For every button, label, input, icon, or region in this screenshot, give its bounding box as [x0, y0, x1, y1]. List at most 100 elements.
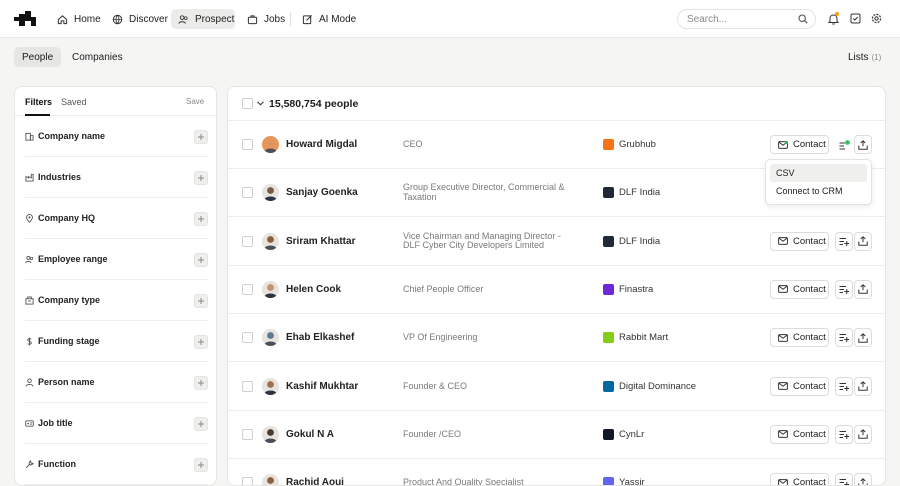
- person-name[interactable]: Kashif Mukhtar: [286, 381, 358, 392]
- table-row[interactable]: Rachid Aoui Product And Quality Specialis…: [228, 459, 885, 485]
- company-cell[interactable]: Digital Dominance: [603, 380, 696, 392]
- add-to-list-button[interactable]: [835, 376, 853, 396]
- export-button[interactable]: [854, 424, 872, 444]
- filter-company-name[interactable]: Company name: [25, 116, 208, 157]
- export-button[interactable]: [854, 231, 872, 251]
- table-row[interactable]: Gokul N A Founder /CEO CynLr Contact: [228, 411, 885, 459]
- filter-funding-stage[interactable]: Funding stage: [25, 321, 208, 362]
- row-checkbox[interactable]: [242, 283, 253, 295]
- connect-crm-option[interactable]: Connect to CRM: [770, 182, 867, 200]
- company-cell[interactable]: Rabbit Mart: [603, 332, 668, 344]
- row-checkbox[interactable]: [242, 428, 253, 440]
- table-row[interactable]: Kashif Mukhtar Founder & CEO Digital Domin…: [228, 363, 885, 411]
- tab-filters[interactable]: Filters: [25, 97, 52, 107]
- export-icon: [858, 236, 868, 246]
- row-checkbox[interactable]: [242, 380, 253, 392]
- contact-button[interactable]: Contact: [770, 473, 829, 485]
- wrench-icon: [25, 460, 34, 469]
- search-input[interactable]: Search...: [677, 9, 816, 29]
- filter-employee-range[interactable]: Employee range: [25, 239, 208, 280]
- list-add-icon: [839, 139, 850, 150]
- contact-button[interactable]: Contact: [770, 376, 829, 396]
- nav-ai-mode[interactable]: AI Mode: [295, 9, 363, 29]
- person-name[interactable]: Sriram Khattar: [286, 236, 355, 247]
- add-to-list-button[interactable]: [835, 279, 853, 299]
- export-icon: [858, 284, 868, 295]
- row-checkbox[interactable]: [242, 235, 253, 247]
- tab-saved[interactable]: Saved: [61, 97, 87, 107]
- nav-prospect[interactable]: Prospect: [171, 9, 235, 29]
- person-name[interactable]: Helen Cook: [286, 284, 341, 295]
- filter-job-title[interactable]: Job title: [25, 403, 208, 444]
- row-checkbox[interactable]: [242, 187, 253, 199]
- filter-company-hq[interactable]: Company HQ: [25, 198, 208, 239]
- nav-jobs[interactable]: Jobs: [240, 9, 292, 29]
- add-filter-button[interactable]: [194, 130, 208, 144]
- chevron-down-icon[interactable]: [257, 101, 264, 106]
- top-bar: Home Discover Prospect Jobs AI Mode Sear…: [0, 0, 900, 38]
- filter-function[interactable]: Function: [25, 444, 208, 485]
- contact-button[interactable]: Contact: [770, 279, 829, 299]
- nav-home[interactable]: Home: [50, 9, 108, 29]
- table-row[interactable]: Ehab Elkashef VP Of Engineering Rabbit Mar…: [228, 314, 885, 363]
- company-cell[interactable]: CynLr: [603, 428, 644, 440]
- save-filters-button[interactable]: Save: [186, 97, 204, 106]
- company-cell[interactable]: Yassir: [603, 477, 645, 485]
- add-filter-button[interactable]: [194, 253, 208, 267]
- add-filter-button[interactable]: [194, 335, 208, 349]
- filter-label: Employee range: [38, 254, 108, 264]
- contact-button[interactable]: Contact: [770, 424, 829, 444]
- checklist-icon[interactable]: [850, 13, 861, 24]
- add-to-list-button[interactable]: [835, 328, 853, 348]
- select-all-checkbox[interactable]: [242, 98, 253, 109]
- nav-jobs-label: Jobs: [264, 13, 286, 25]
- tab-people[interactable]: People: [14, 47, 62, 67]
- add-to-list-button[interactable]: [835, 135, 853, 154]
- export-button[interactable]: [854, 376, 872, 396]
- person-name[interactable]: Rachid Aoui: [286, 477, 344, 485]
- lists-button[interactable]: Lists (1): [848, 52, 881, 63]
- export-button[interactable]: [854, 473, 872, 485]
- table-row[interactable]: Helen Cook Chief People Officer Finastra Co…: [228, 266, 885, 314]
- export-button[interactable]: [854, 279, 872, 299]
- ai-edit-icon: [302, 14, 313, 25]
- row-checkbox[interactable]: [242, 139, 253, 150]
- company-cell[interactable]: DLF India: [603, 235, 660, 247]
- tab-companies[interactable]: Companies: [64, 47, 131, 67]
- filter-industries[interactable]: Industries: [25, 157, 208, 198]
- company-cell[interactable]: Grubhub: [603, 139, 656, 150]
- add-to-list-button[interactable]: [835, 473, 853, 485]
- add-filter-button[interactable]: [194, 417, 208, 431]
- person-name[interactable]: Ehab Elkashef: [286, 332, 354, 343]
- filter-company-type[interactable]: Company type: [25, 280, 208, 321]
- table-row[interactable]: Sriram Khattar Vice Chairman and Managing…: [228, 218, 885, 266]
- contact-button[interactable]: Contact: [770, 135, 829, 154]
- add-filter-button[interactable]: [194, 294, 208, 308]
- filter-person-name[interactable]: Person name: [25, 362, 208, 403]
- add-filter-button[interactable]: [194, 458, 208, 472]
- nav-discover[interactable]: Discover: [105, 9, 175, 29]
- add-filter-button[interactable]: [194, 171, 208, 185]
- add-filter-button[interactable]: [194, 212, 208, 226]
- person-title: Founder & CEO: [403, 380, 468, 391]
- row-checkbox[interactable]: [242, 477, 253, 485]
- export-csv-option[interactable]: CSV: [770, 164, 867, 182]
- company-logo-icon: [603, 428, 614, 440]
- row-checkbox[interactable]: [242, 332, 253, 344]
- person-name[interactable]: Sanjay Goenka: [286, 187, 358, 198]
- add-to-list-button[interactable]: [835, 231, 853, 251]
- users-icon: [178, 14, 189, 25]
- settings-icon[interactable]: [871, 13, 882, 24]
- person-name[interactable]: Howard Migdal: [286, 139, 357, 150]
- contact-button[interactable]: Contact: [770, 328, 829, 348]
- add-filter-button[interactable]: [194, 376, 208, 390]
- company-cell[interactable]: Finastra: [603, 283, 653, 295]
- app-logo[interactable]: [14, 11, 36, 26]
- export-button[interactable]: [854, 135, 872, 154]
- company-logo-icon: [603, 380, 614, 392]
- add-to-list-button[interactable]: [835, 424, 853, 444]
- company-cell[interactable]: DLF India: [603, 187, 660, 199]
- contact-button[interactable]: Contact: [770, 231, 829, 251]
- person-name[interactable]: Gokul N A: [286, 429, 334, 440]
- export-button[interactable]: [854, 328, 872, 348]
